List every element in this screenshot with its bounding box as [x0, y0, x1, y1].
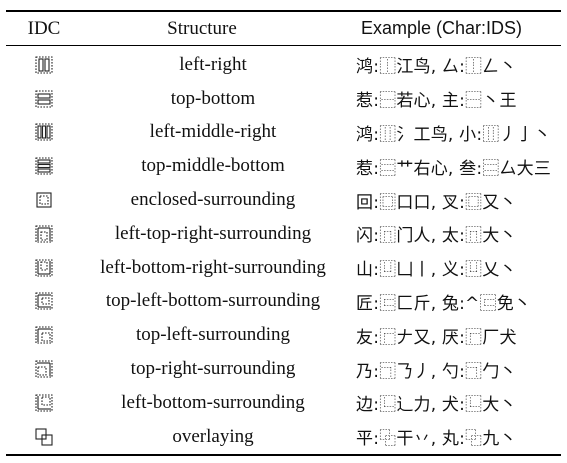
- table-row: enclosed-surrounding 回:⿴口口, 叉:⿴又丶: [6, 183, 561, 217]
- table-row: top-middle-bottom 惹:⿳艹右心, 叁:⿳厶大三: [6, 149, 561, 183]
- structure-name: left-bottom-right-surrounding: [100, 256, 326, 278]
- structure-name: top-left-surrounding: [135, 324, 291, 346]
- structure-name: top-left-bottom-surrounding: [105, 290, 321, 312]
- table-row: top-left-bottom-surrounding 匠:⿷匚斤, 兔:^⿷免…: [6, 285, 561, 319]
- table-row: top-right-surrounding 乃:⿹𠄎丿, 勺:⿹勹丶: [6, 352, 561, 386]
- top-bottom-idc-icon: [35, 90, 53, 108]
- example-ids: 平:⿻干丷, 丸:⿻九丶: [356, 429, 517, 450]
- table-row: top-left-surrounding 友:⿸𠂇又, 厌:⿸厂犬: [6, 318, 561, 352]
- structure-name: overlaying: [172, 425, 254, 447]
- structure-name: top-bottom: [170, 87, 256, 109]
- header-example: Example (Char:IDS): [360, 18, 523, 38]
- example-ids: 惹:⿱若心, 主:⿱丶王: [356, 91, 517, 112]
- table-row: top-bottom 惹:⿱若心, 主:⿱丶王: [6, 82, 561, 116]
- table-header-rule: [6, 45, 561, 46]
- example-ids: 友:⿸𠂇又, 厌:⿸厂犬: [356, 327, 517, 348]
- header-idc: IDC: [27, 17, 61, 39]
- structure-name: left-right: [179, 53, 247, 75]
- top-left-bottom-surrounding-idc-icon: [35, 292, 53, 311]
- example-ids: 闪:⿵门人, 太:⿵大丶: [356, 226, 517, 247]
- structure-name: left-top-right-surrounding: [114, 222, 312, 244]
- table-row: left-right 鸿:⿰江鸟, 厶:⿰𠃋丶: [6, 48, 561, 82]
- enclosed-surrounding-idc-icon: [36, 192, 52, 208]
- left-top-right-surrounding-idc-icon: [35, 225, 53, 243]
- example-ids: 匠:⿷匚斤, 兔:^⿷免丶: [356, 293, 532, 314]
- table-row: overlaying 平:⿻干丷, 丸:⿻九丶: [6, 420, 561, 454]
- table-body: left-right 鸿:⿰江鸟, 厶:⿰𠃋丶 top-bottom 惹:⿱若心…: [0, 48, 567, 454]
- table-row: left-bottom-surrounding 边:⿺辶力, 犬:⿺大丶: [6, 386, 561, 420]
- table-row: left-bottom-right-surrounding 山:⿶凵丨, 义:⿶…: [6, 251, 561, 285]
- overlaying-idc-icon: [35, 428, 53, 446]
- left-middle-right-idc-icon: [35, 123, 53, 142]
- table-row: left-top-right-surrounding 闪:⿵门人, 太:⿵大丶: [6, 217, 561, 251]
- example-ids: 鸿:⿲氵工鸟, 小:⿲丿亅丶: [356, 124, 552, 145]
- left-right-idc-icon: [35, 56, 53, 74]
- structure-name: left-bottom-surrounding: [121, 391, 305, 413]
- structure-name: top-middle-bottom: [141, 155, 285, 177]
- example-ids: 回:⿴口口, 叉:⿴又丶: [356, 192, 517, 213]
- header-structure: Structure: [167, 17, 237, 39]
- left-bottom-right-surrounding-idc-icon: [35, 259, 53, 277]
- example-ids: 山:⿶凵丨, 义:⿶乂丶: [356, 260, 517, 281]
- example-ids: 鸿:⿰江鸟, 厶:⿰𠃋丶: [356, 57, 517, 78]
- example-ids: 边:⿺辶力, 犬:⿺大丶: [356, 395, 517, 416]
- example-ids: 惹:⿳艹右心, 叁:⿳厶大三: [356, 158, 552, 179]
- structure-name: enclosed-surrounding: [130, 189, 296, 211]
- table-header: IDC Structure Example (Char:IDS): [6, 12, 561, 45]
- structure-name: left-middle-right: [149, 121, 277, 143]
- structure-name: top-right-surrounding: [130, 358, 296, 380]
- left-bottom-surrounding-idc-icon: [35, 394, 53, 412]
- example-ids: 乃:⿹𠄎丿, 勺:⿹勹丶: [356, 361, 517, 382]
- table-row: left-middle-right 鸿:⿲氵工鸟, 小:⿲丿亅丶: [6, 116, 561, 150]
- top-left-surrounding-idc-icon: [35, 326, 53, 344]
- top-middle-bottom-idc-icon: [35, 157, 53, 175]
- table-bottom-rule: [6, 454, 561, 456]
- top-right-surrounding-idc-icon: [35, 360, 53, 378]
